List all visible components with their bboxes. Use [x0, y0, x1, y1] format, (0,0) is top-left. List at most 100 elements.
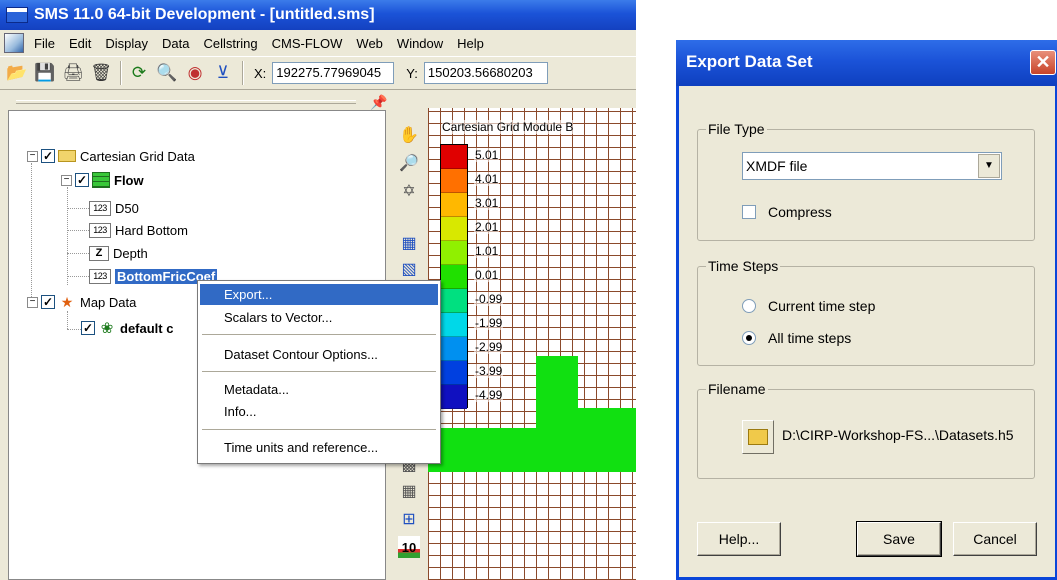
legend-color-swatch	[441, 169, 467, 193]
axes-icon[interactable]: ⊻	[212, 62, 234, 84]
graphics-window[interactable]: Cartesian Grid Module B 5.01 4.01 3.01 2.01…	[428, 108, 636, 580]
visibility-checkbox[interactable]: ✓	[41, 149, 55, 163]
menu-help[interactable]: Help	[450, 36, 491, 51]
tree-label: D50	[115, 200, 139, 216]
select-row-icon[interactable]: ▧	[398, 258, 420, 280]
print-icon[interactable]: 🖨	[62, 62, 84, 84]
dialog-title: Export Data Set	[686, 52, 813, 71]
sms-window-title: SMS 11.0 64-bit Development - [untitled.…	[34, 6, 375, 23]
menu-edit[interactable]: Edit	[62, 36, 98, 51]
chevron-down-icon[interactable]: ▼	[978, 154, 1000, 178]
rotate-icon[interactable]: ✡	[398, 180, 420, 202]
close-icon[interactable]: ✕	[1030, 50, 1056, 75]
menu-item-time-units[interactable]: Time units and reference...	[200, 437, 438, 458]
menu-window[interactable]: Window	[390, 36, 450, 51]
tree-node-map-data[interactable]: − ✓ ★ Map Data	[27, 292, 136, 312]
visibility-checkbox[interactable]: ✓	[81, 321, 95, 335]
select-cell-icon[interactable]: ▦	[398, 232, 420, 254]
visibility-checkbox[interactable]: ✓	[75, 173, 89, 187]
file-type-selected: XMDF file	[746, 158, 808, 174]
menu-file[interactable]: File	[27, 36, 62, 51]
legend-color-swatch	[441, 313, 467, 337]
menu-item-export[interactable]: Export...	[200, 284, 438, 305]
tree-node-depth[interactable]: Z Depth	[89, 243, 148, 263]
y-coord-field: 150203.56680203	[423, 62, 548, 84]
legend-value-label: -0.99	[474, 292, 504, 306]
tree-node-d50[interactable]: 123 D50	[89, 198, 139, 218]
scalar-dataset-icon: 123	[89, 222, 111, 238]
delete-icon[interactable]: 🗑	[90, 62, 112, 84]
menu-separator	[202, 429, 436, 430]
menu-display[interactable]: Display	[98, 36, 155, 51]
browse-button[interactable]	[742, 420, 774, 454]
menu-cms-flow[interactable]: CMS-FLOW	[265, 36, 350, 51]
zoom-icon[interactable]: 🔍	[156, 62, 178, 84]
current-time-step-radio[interactable]	[742, 299, 756, 313]
flow-region	[428, 428, 636, 472]
all-time-steps-radio[interactable]	[742, 331, 756, 345]
scalar-dataset-icon: 123	[89, 200, 111, 216]
open-folder-icon[interactable]: 📂	[6, 62, 28, 84]
menu-web[interactable]: Web	[349, 36, 390, 51]
main-toolbar: 📂 💾 🖨 🗑 ⟳ 🔍 ◉ ⊻ X: 192275.77969045 Y: 15…	[0, 56, 636, 90]
flow-region	[578, 408, 636, 428]
contour-label-icon[interactable]: 10	[398, 536, 420, 558]
compress-label: Compress	[768, 204, 832, 220]
zoom-tool-icon[interactable]: 🔎	[398, 152, 420, 174]
collapse-icon[interactable]: −	[27, 150, 38, 162]
grid-dots-icon[interactable]: ▦	[398, 480, 420, 502]
menu-bar: File Edit Display Data Cellstring CMS-FL…	[0, 30, 636, 56]
tree-label: Flow	[114, 172, 144, 188]
context-menu: Export... Scalars to Vector... Dataset C…	[197, 280, 441, 464]
grid-icon	[92, 172, 110, 188]
collapse-icon[interactable]: −	[27, 296, 38, 308]
legend-value-label: 5.01	[474, 148, 500, 162]
compress-checkbox[interactable]	[742, 205, 756, 219]
legend-value-label: -1.99	[474, 316, 504, 330]
sms-main-window: SMS 11.0 64-bit Development - [untitled.…	[0, 0, 636, 580]
frame-icon[interactable]: ◉	[184, 62, 206, 84]
legend-color-swatch	[441, 145, 467, 169]
tree-node-flow[interactable]: − ✓ Flow	[61, 170, 144, 190]
sms-title-bar: SMS 11.0 64-bit Development - [untitled.…	[0, 0, 636, 30]
file-type-select[interactable]: XMDF file ▼	[742, 152, 1002, 180]
document-icon[interactable]	[4, 33, 24, 53]
flow-region	[536, 356, 578, 432]
contour-legend	[440, 144, 468, 409]
export-data-set-dialog: Export Data Set ✕ File Type XMDF file ▼ …	[676, 40, 1057, 580]
collapse-icon[interactable]: −	[61, 174, 72, 186]
menu-cellstring[interactable]: Cellstring	[196, 36, 264, 51]
legend-color-swatch	[441, 361, 467, 385]
grid-frame-icon[interactable]: ⊞	[398, 508, 420, 530]
menu-item-info[interactable]: Info...	[200, 401, 438, 422]
graphics-title: Cartesian Grid Module B	[442, 120, 574, 134]
sms-app-icon	[6, 7, 28, 23]
all-time-steps-label: All time steps	[768, 330, 852, 346]
menu-item-metadata[interactable]: Metadata...	[200, 379, 438, 400]
tree-node-cartesian-grid-data[interactable]: − ✓ Cartesian Grid Data	[27, 146, 195, 166]
file-type-group: File Type XMDF file ▼ Compress	[697, 121, 1035, 241]
save-icon[interactable]: 💾	[34, 62, 56, 84]
pin-icon[interactable]: 📌	[370, 94, 387, 111]
refresh-icon[interactable]: ⟳	[128, 62, 150, 84]
save-button[interactable]: Save	[856, 521, 942, 557]
menu-data[interactable]: Data	[155, 36, 196, 51]
panel-grip[interactable]: 📌	[8, 94, 387, 111]
tree-label: Map Data	[80, 294, 137, 310]
menu-item-scalars-to-vector[interactable]: Scalars to Vector...	[200, 307, 438, 328]
legend-value-label: 1.01	[474, 244, 500, 258]
legend-value-label: -4.99	[474, 388, 504, 402]
menu-item-dataset-contour-options[interactable]: Dataset Contour Options...	[200, 344, 438, 365]
filename-path: D:\CIRP-Workshop-FS...\Datasets.h5	[782, 427, 1014, 443]
visibility-checkbox[interactable]: ✓	[41, 295, 55, 309]
pan-icon[interactable]: ✋	[398, 124, 420, 146]
cancel-button[interactable]: Cancel	[953, 522, 1037, 556]
filename-group: Filename D:\CIRP-Workshop-FS...\Datasets…	[697, 381, 1035, 479]
legend-value-label: -3.99	[474, 364, 504, 378]
help-button[interactable]: Help...	[697, 522, 781, 556]
tree-node-default-coverage[interactable]: ✓ ❀ default c	[81, 318, 173, 338]
time-steps-group: Time Steps Current time step All time st…	[697, 258, 1035, 366]
tree-node-hard-bottom[interactable]: 123 Hard Bottom	[89, 220, 188, 240]
group-label: Filename	[706, 381, 768, 397]
legend-color-swatch	[441, 289, 467, 313]
